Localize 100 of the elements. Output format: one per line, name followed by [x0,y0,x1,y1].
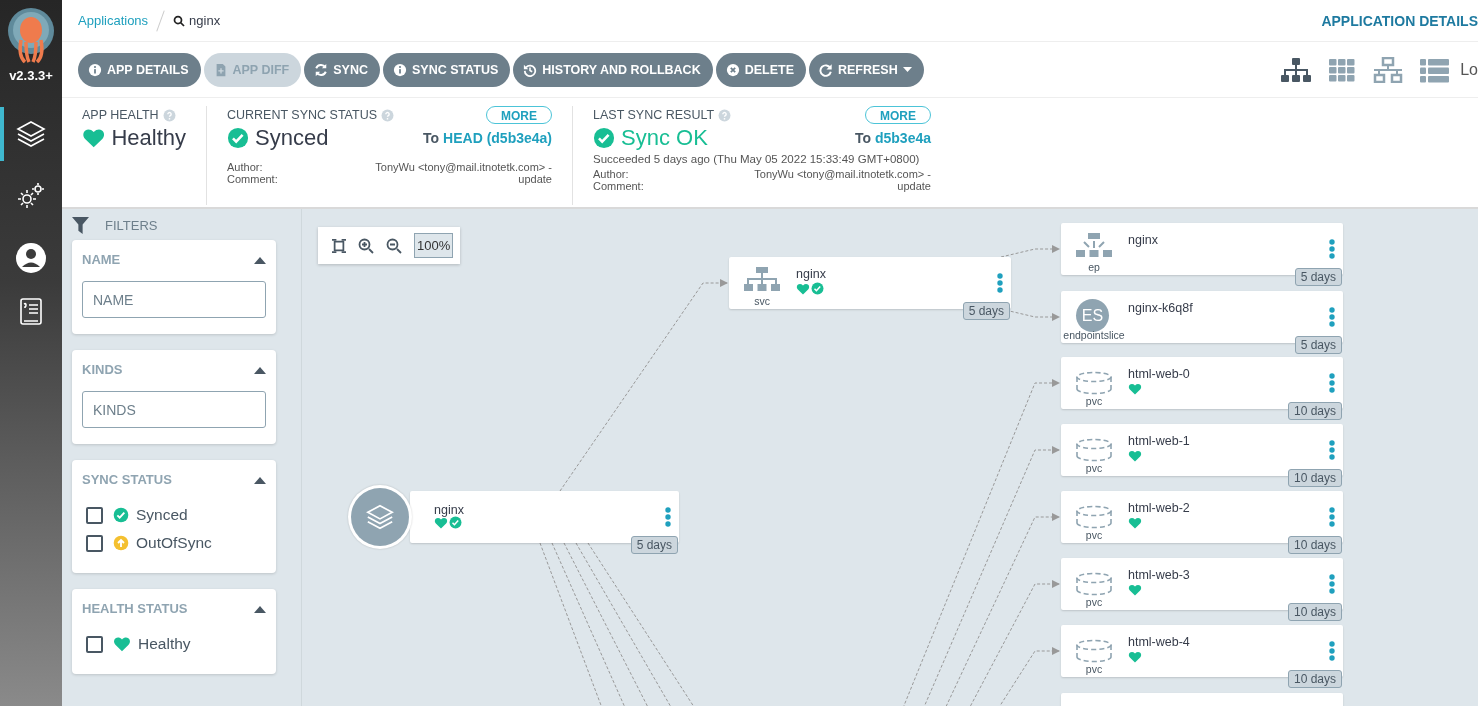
more-icon[interactable] [1329,507,1335,527]
info-icon [88,62,102,77]
revision-link[interactable]: d5b3e4a [874,129,931,146]
connector-arrow [1000,245,1060,258]
node-name: html-web-0 [1128,367,1190,381]
delete-icon [725,62,740,77]
volume-icon [1076,572,1112,596]
check-circle-icon [593,127,615,149]
field-label: Author: [227,161,264,173]
filter-title: KINDS [82,362,123,377]
more-icon[interactable] [1329,440,1335,460]
kind-label: pvc [1085,596,1103,608]
more-icon[interactable] [1329,574,1335,594]
kind-label: pvc [1085,395,1103,407]
more-icon[interactable] [1329,307,1335,327]
view-label[interactable]: Lo [1460,60,1478,79]
filter-title: HEALTH STATUS [82,601,188,616]
toolbar-button[interactable]: REFRESH [809,52,924,87]
toolbar-button[interactable]: HISTORY AND ROLLBACK [513,52,713,87]
age-badge: 5 days [1294,268,1342,286]
age-badge: 5 days [630,536,678,554]
user-icon [15,242,47,274]
network-view-icon[interactable] [1372,56,1405,83]
toolbar-button[interactable]: SYNC STATUS [382,52,511,87]
toolbar-button[interactable]: APP DETAILS [78,52,201,87]
field-label: Comment: [227,173,278,185]
node-name: html-web-4 [1128,635,1190,649]
zoom-level: 100% [414,233,454,258]
collapse-caret-icon[interactable] [254,475,266,484]
fit-screen-icon[interactable] [332,238,346,253]
zoom-in-icon[interactable] [358,237,374,254]
kind-label: ep [1088,261,1100,273]
checkbox[interactable] [86,635,103,653]
layers-icon [15,118,47,150]
toolbar-button[interactable]: SYNC [304,52,380,87]
field-label: Author: [593,168,630,180]
refresh-icon [819,62,833,77]
node-name: nginx-k6q8f [1128,301,1193,315]
page-title: APPLICATION DETAILS [1321,12,1478,29]
toolbar-button[interactable]: DELETE [715,52,806,87]
sync-icon [314,62,329,77]
panel-title: CURRENT SYNC STATUS [227,108,377,122]
volume-icon [1076,639,1112,663]
filter-option: Healthy [138,635,191,653]
more-icon[interactable] [1329,373,1335,393]
age-badge: 10 days [1287,603,1342,621]
check-circle-icon [227,127,249,149]
collapse-caret-icon[interactable] [254,365,266,374]
service-icon [744,267,780,291]
node-name: nginx [434,503,464,517]
checkbox[interactable] [86,506,103,524]
filter-title: SYNC STATUS [82,472,172,487]
node-name: nginx [1128,233,1158,247]
age-badge: 10 days [1287,402,1342,420]
zoom-out-icon[interactable] [386,237,402,254]
volume-icon [1076,438,1112,462]
more-icon[interactable] [665,507,671,527]
age-badge: 10 days [1287,469,1342,487]
filter-option: Synced [136,506,188,524]
more-icon[interactable] [1329,239,1335,259]
kind-label: pvc [1085,462,1103,474]
collapse-caret-icon[interactable] [254,255,266,264]
collapse-caret-icon[interactable] [254,604,266,613]
search-icon [173,14,186,27]
comment-value: update [897,180,931,192]
breadcrumb-link[interactable]: Applications [78,13,149,28]
checkbox[interactable] [86,534,103,552]
kind-label: svc [754,295,770,307]
health-status: Healthy [111,125,186,151]
age-badge: 10 days [1287,536,1342,554]
endpoints-icon [1076,233,1112,257]
node-name: html-web-2 [1128,501,1190,515]
more-icon[interactable] [1329,641,1335,661]
filters-heading: FILTERS [105,218,158,233]
filter-input[interactable]: NAME [82,281,266,318]
sync-status: Synced [255,125,329,151]
list-view-icon[interactable] [1418,56,1451,83]
info-icon [392,62,407,77]
age-badge: 10 days [1287,670,1342,688]
kind-label: endpointslice [1063,329,1125,341]
tree-view-icon[interactable] [1280,56,1313,83]
heart-icon [113,635,131,653]
filter-option: OutOfSync [136,534,212,552]
kind-label: pvc [1085,529,1103,541]
more-button[interactable]: MORE [486,106,552,124]
age-badge: 5 days [962,302,1010,320]
layers-icon [365,502,395,532]
revision-prefix: To [854,129,871,146]
filter-title: NAME [82,252,121,267]
kind-badge: ES [1076,299,1109,332]
filter-input[interactable]: KINDS [82,391,266,428]
revision-link[interactable]: HEAD (d5b3e4a) [443,129,552,146]
kind-label: pvc [1085,663,1103,675]
logo-drawing[interactable] [6,6,56,66]
comment-value: update [518,173,552,185]
revision-prefix: To [423,129,440,146]
more-icon[interactable] [997,273,1003,293]
panel-title: LAST SYNC RESULT [593,108,715,122]
more-button[interactable]: MORE [865,106,931,124]
node-name: nginx [796,267,826,281]
